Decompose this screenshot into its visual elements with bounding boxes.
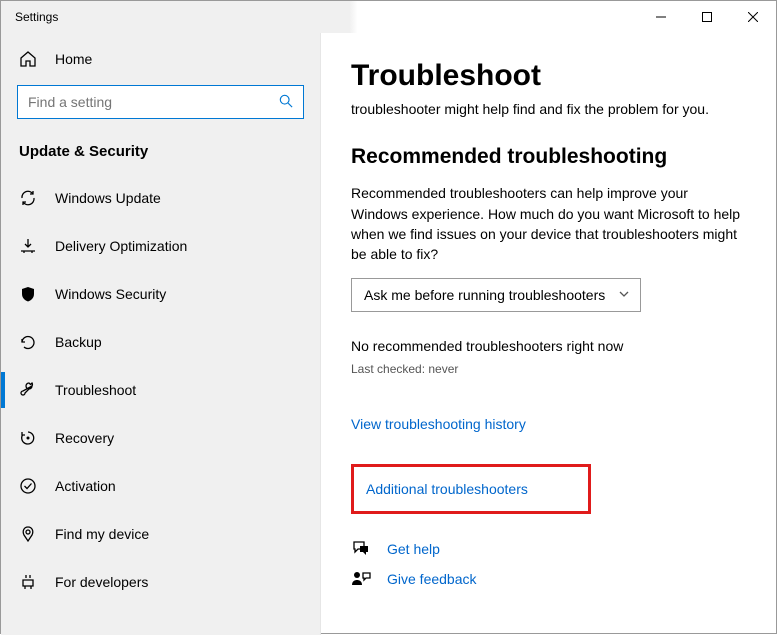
sidebar-item-troubleshoot[interactable]: Troubleshoot <box>1 366 320 414</box>
chat-icon <box>351 540 371 558</box>
location-icon <box>19 525 37 543</box>
recommended-text: Recommended troubleshooters can help imp… <box>351 183 746 264</box>
sidebar-category: Update & Security <box>1 131 320 174</box>
get-help-link: Get help <box>387 541 440 557</box>
page-title: Troubleshoot <box>351 59 746 93</box>
maximize-button[interactable] <box>684 1 730 33</box>
search-box[interactable] <box>17 85 304 119</box>
sidebar-item-find-my-device[interactable]: Find my device <box>1 510 320 558</box>
home-icon <box>19 50 37 68</box>
sidebar-item-label: Recovery <box>55 430 114 446</box>
sidebar-item-windows-security[interactable]: Windows Security <box>1 270 320 318</box>
sidebar-home-label: Home <box>55 51 92 67</box>
shield-icon <box>19 285 37 303</box>
sync-icon <box>19 189 37 207</box>
wrench-icon <box>19 381 37 399</box>
sidebar-item-activation[interactable]: Activation <box>1 462 320 510</box>
minimize-icon <box>656 12 666 22</box>
sidebar-item-label: Find my device <box>55 526 149 542</box>
give-feedback-link: Give feedback <box>387 571 477 587</box>
sidebar-item-label: Activation <box>55 478 116 494</box>
sidebar-item-for-developers[interactable]: For developers <box>1 558 320 606</box>
download-icon <box>19 237 37 255</box>
search-input[interactable] <box>28 94 279 110</box>
sidebar-item-recovery[interactable]: Recovery <box>1 414 320 462</box>
sidebar-item-backup[interactable]: Backup <box>1 318 320 366</box>
troubleshoot-preference-dropdown[interactable]: Ask me before running troubleshooters <box>351 278 641 312</box>
sidebar-item-label: Delivery Optimization <box>55 238 187 254</box>
close-button[interactable] <box>730 1 776 33</box>
sidebar-item-label: Backup <box>55 334 102 350</box>
content-area: Troubleshoot troubleshooter might help f… <box>321 33 776 635</box>
additional-troubleshooters-link[interactable]: Additional troubleshooters <box>366 481 576 497</box>
search-icon <box>279 94 293 111</box>
view-history-link[interactable]: View troubleshooting history <box>351 416 746 432</box>
recovery-icon <box>19 429 37 447</box>
sidebar-item-label: Windows Update <box>55 190 161 206</box>
minimize-button[interactable] <box>638 1 684 33</box>
chevron-down-icon <box>618 287 630 303</box>
last-checked-text: Last checked: never <box>351 362 746 376</box>
titlebar: Settings <box>1 1 776 33</box>
recommended-heading: Recommended troubleshooting <box>351 145 746 169</box>
give-feedback-row[interactable]: Give feedback <box>351 570 746 588</box>
sidebar-item-label: Troubleshoot <box>55 382 136 398</box>
intro-text: troubleshooter might help find and fix t… <box>351 99 746 119</box>
sidebar-item-label: Windows Security <box>55 286 166 302</box>
maximize-icon <box>702 12 712 22</box>
highlight-box: Additional troubleshooters <box>351 464 591 514</box>
get-help-row[interactable]: Get help <box>351 540 746 558</box>
close-icon <box>748 12 758 22</box>
sidebar-home[interactable]: Home <box>1 39 320 79</box>
sidebar-item-windows-update[interactable]: Windows Update <box>1 174 320 222</box>
feedback-icon <box>351 570 371 588</box>
sidebar-item-label: For developers <box>55 574 148 590</box>
sidebar: Home Update & Security Windows Update De… <box>1 33 321 635</box>
backup-icon <box>19 333 37 351</box>
check-circle-icon <box>19 477 37 495</box>
window-title: Settings <box>1 10 58 24</box>
sidebar-item-delivery-optimization[interactable]: Delivery Optimization <box>1 222 320 270</box>
search-wrapper <box>17 85 304 119</box>
dropdown-value: Ask me before running troubleshooters <box>364 287 605 303</box>
status-text: No recommended troubleshooters right now <box>351 338 746 354</box>
developer-icon <box>19 573 37 591</box>
